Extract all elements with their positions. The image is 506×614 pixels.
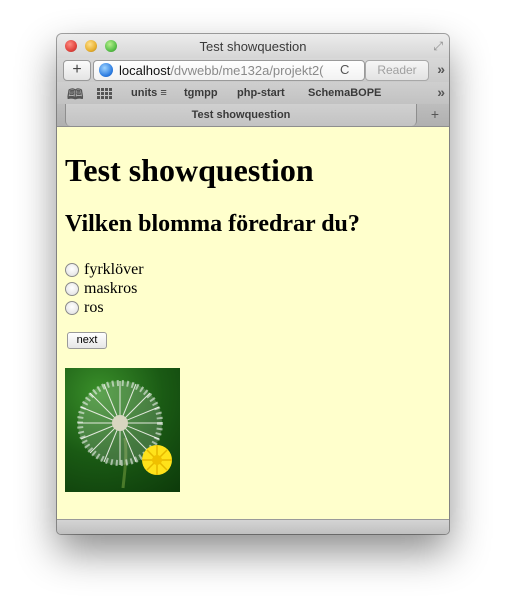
radio-button[interactable] [65,301,79,315]
globe-icon [99,63,113,77]
dandelion-illustration [77,380,172,489]
question-heading: Vilken blomma föredrar du? [65,211,360,237]
bookmark-php-start[interactable]: php-start [237,87,285,99]
dandelion-image [65,368,180,492]
toolbar-overflow-icon[interactable]: » [437,61,445,77]
option-label: ros [84,299,104,316]
status-bar [57,519,449,534]
bookmark-tgmpp[interactable]: tgmpp [184,87,218,99]
reader-button[interactable]: Reader [365,60,429,81]
bookmark-schemabope[interactable]: SchemaBOPE [308,87,381,99]
option-label: fyrklöver [84,261,144,278]
tab-bar: Test showquestion + [57,104,449,127]
bookmark-units[interactable]: units ≡ [131,87,167,99]
new-tab-button[interactable]: + [63,60,91,81]
new-tab-plus-icon[interactable]: + [431,106,439,122]
radio-button[interactable] [65,282,79,296]
url-host: localhost [119,63,171,78]
bookmarks-overflow-icon[interactable]: » [437,84,445,100]
bookmarks-bar: 🕮 units ≡ tgmpp php-start SchemaBOPE » [57,82,449,104]
top-sites-icon[interactable] [97,88,113,99]
next-button[interactable]: next [67,332,107,349]
option-label: maskros [84,280,138,297]
toolbar: + localhost/dvwebb/me132a/projekt2( C Re… [57,58,449,82]
tab-test-showquestion[interactable]: Test showquestion [65,104,417,126]
browser-window: Test showquestion ⤢ + localhost/dvwebb/m… [57,34,449,534]
url-path: /dvwebb/me132a/projekt2( [170,63,324,78]
fullscreen-icon[interactable]: ⤢ [433,39,443,54]
page-heading: Test showquestion [65,152,314,188]
window-title: Test showquestion [199,39,307,54]
radio-button[interactable] [65,263,79,277]
reload-icon[interactable]: C [340,62,349,77]
url-text[interactable]: localhost/dvwebb/me132a/projekt2( [119,63,324,78]
page-content: Test showquestion Vilken blomma föredrar… [57,127,449,519]
title-bar: Test showquestion ⤢ [57,34,449,58]
address-bar[interactable]: localhost/dvwebb/me132a/projekt2( C [93,60,365,81]
